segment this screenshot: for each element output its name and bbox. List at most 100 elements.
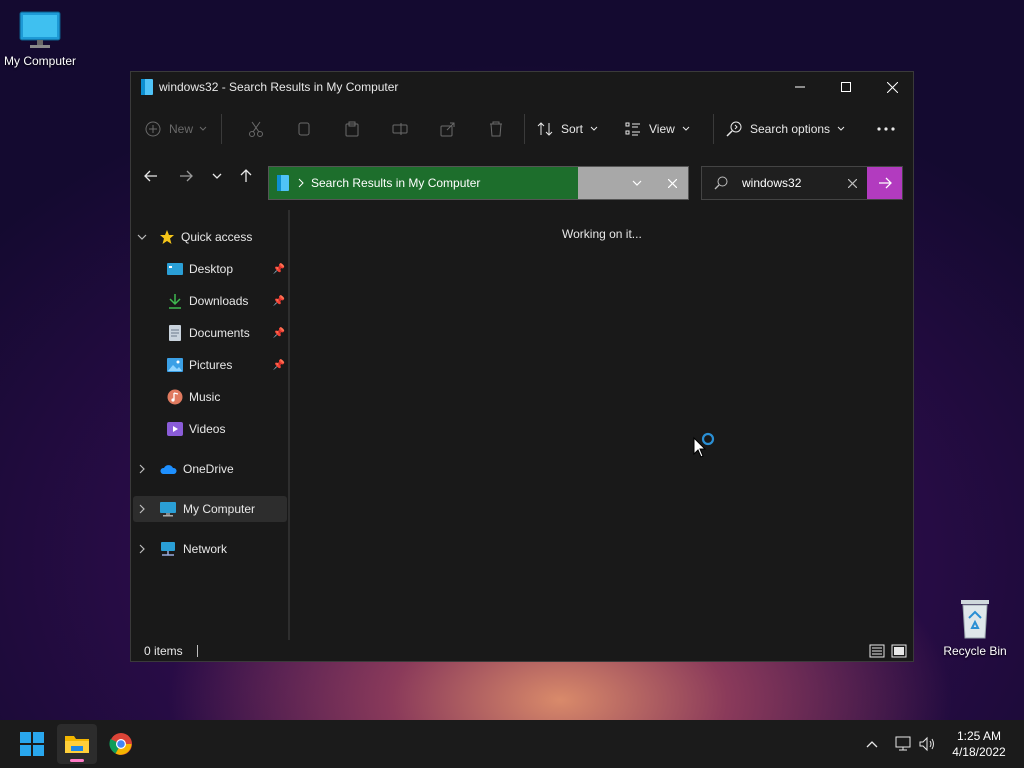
more-options-button[interactable] bbox=[868, 113, 904, 145]
minimize-icon bbox=[795, 86, 805, 88]
minimize-button[interactable] bbox=[777, 72, 823, 102]
maximize-button[interactable] bbox=[823, 72, 869, 102]
view-label: View bbox=[649, 122, 675, 136]
loading-message: Working on it... bbox=[562, 227, 642, 241]
sidebar-item-label: Music bbox=[189, 390, 221, 404]
pictures-icon bbox=[167, 358, 183, 372]
sidebar-item-quick-access[interactable]: Quick access bbox=[137, 224, 291, 250]
paste-icon bbox=[345, 121, 359, 137]
sidebar-item-pictures[interactable]: Pictures 📌 bbox=[167, 352, 289, 378]
arrow-right-icon bbox=[180, 170, 193, 182]
pin-icon[interactable]: 📌 bbox=[273, 328, 285, 339]
sidebar-item-onedrive[interactable]: OneDrive bbox=[137, 456, 291, 482]
chevron-down-icon bbox=[837, 126, 845, 131]
share-button[interactable] bbox=[424, 113, 472, 145]
status-bar: 0 items bbox=[131, 640, 913, 662]
search-clear-button[interactable] bbox=[840, 167, 864, 199]
close-icon bbox=[847, 178, 857, 188]
clock-time: 1:25 AM bbox=[956, 729, 1002, 743]
network-status-button[interactable] bbox=[895, 720, 913, 768]
sidebar-item-downloads[interactable]: Downloads 📌 bbox=[167, 288, 289, 314]
trash-icon bbox=[490, 121, 502, 137]
close-button[interactable] bbox=[869, 72, 915, 102]
title-bar[interactable]: windows32 - Search Results in My Compute… bbox=[131, 72, 913, 102]
sidebar-item-desktop[interactable]: Desktop 📌 bbox=[167, 256, 289, 282]
paste-button[interactable] bbox=[328, 113, 376, 145]
delete-button[interactable] bbox=[472, 113, 520, 145]
chevron-up-icon bbox=[866, 741, 878, 748]
recent-locations-button[interactable] bbox=[204, 163, 230, 189]
chrome-icon bbox=[109, 733, 132, 755]
sidebar-item-label: Desktop bbox=[189, 262, 234, 276]
share-icon bbox=[440, 122, 455, 137]
cut-icon bbox=[249, 121, 263, 137]
desktop-icon-my-computer[interactable]: My Computer bbox=[0, 10, 80, 68]
item-count: 0 items bbox=[144, 644, 183, 658]
sidebar-item-videos[interactable]: Videos bbox=[167, 416, 289, 442]
show-hidden-icons-button[interactable] bbox=[866, 720, 878, 768]
address-bar[interactable]: Search Results in My Computer bbox=[268, 166, 689, 200]
details-view-button[interactable] bbox=[869, 643, 885, 659]
large-icons-view-button[interactable] bbox=[891, 643, 907, 659]
search-input[interactable]: windows32 bbox=[742, 176, 801, 190]
desktop-icon-recycle-bin[interactable]: Recycle Bin bbox=[935, 596, 1015, 658]
sidebar-item-label: Quick access bbox=[181, 230, 253, 244]
sidebar-item-documents[interactable]: Documents 📌 bbox=[167, 320, 289, 346]
taskbar-file-explorer[interactable] bbox=[57, 724, 97, 764]
search-results-icon bbox=[277, 175, 289, 191]
sort-icon bbox=[537, 122, 553, 136]
address-stop-button[interactable] bbox=[659, 167, 685, 199]
sort-button[interactable]: Sort bbox=[537, 113, 617, 145]
pane-splitter[interactable] bbox=[288, 210, 290, 640]
busy-cursor-icon bbox=[693, 432, 715, 458]
search-box[interactable]: windows32 bbox=[701, 166, 903, 200]
volume-button[interactable] bbox=[919, 720, 937, 768]
chevron-down-icon bbox=[137, 234, 147, 240]
copy-button[interactable] bbox=[280, 113, 328, 145]
new-label: New bbox=[169, 122, 194, 136]
sidebar-item-label: Network bbox=[183, 542, 228, 556]
clock[interactable]: 1:25 AM 4/18/2022 bbox=[944, 728, 1014, 760]
chevron-right-icon bbox=[139, 464, 145, 474]
chevron-down-icon bbox=[212, 173, 222, 179]
pin-icon[interactable]: 📌 bbox=[273, 264, 285, 275]
chevron-down-icon bbox=[682, 126, 690, 131]
pin-icon[interactable]: 📌 bbox=[273, 296, 285, 307]
separator bbox=[221, 114, 222, 144]
view-button[interactable]: View bbox=[625, 113, 709, 145]
sidebar-item-label: Downloads bbox=[189, 294, 249, 308]
forward-button[interactable] bbox=[173, 163, 199, 189]
search-options-button[interactable]: Search options bbox=[726, 113, 856, 145]
cut-button[interactable] bbox=[232, 113, 280, 145]
sidebar-item-label: Documents bbox=[189, 326, 250, 340]
search-options-icon bbox=[726, 121, 742, 137]
document-icon bbox=[169, 325, 181, 341]
view-list-icon bbox=[625, 122, 640, 136]
sidebar-item-network[interactable]: Network bbox=[137, 536, 291, 562]
address-dropdown-button[interactable] bbox=[624, 167, 650, 199]
window-title: windows32 - Search Results in My Compute… bbox=[159, 80, 399, 94]
recycle-bin-icon bbox=[961, 600, 989, 639]
monitor-icon bbox=[19, 11, 61, 48]
search-go-button[interactable] bbox=[867, 167, 902, 199]
chevron-right-icon bbox=[298, 178, 304, 188]
search-icon bbox=[714, 176, 728, 190]
taskbar-chrome[interactable] bbox=[101, 724, 141, 764]
sidebar-item-my-computer[interactable]: My Computer bbox=[133, 496, 287, 522]
rename-button[interactable] bbox=[376, 113, 424, 145]
maximize-icon bbox=[841, 82, 851, 92]
pin-icon[interactable]: 📌 bbox=[273, 360, 285, 371]
sidebar-item-music[interactable]: Music bbox=[167, 384, 289, 410]
up-button[interactable] bbox=[233, 163, 259, 189]
start-button[interactable] bbox=[12, 724, 52, 764]
chevron-down-icon bbox=[199, 126, 207, 131]
new-button[interactable]: New bbox=[145, 113, 215, 145]
arrow-right-icon bbox=[878, 177, 892, 189]
back-button[interactable] bbox=[138, 163, 164, 189]
file-explorer-window: windows32 - Search Results in My Compute… bbox=[130, 71, 914, 662]
address-progress: Search Results in My Computer bbox=[269, 167, 578, 199]
folder-icon bbox=[65, 736, 89, 753]
sort-label: Sort bbox=[561, 122, 584, 136]
busy-cursor bbox=[692, 430, 718, 458]
navigation-row: Search Results in My Computer windows32 bbox=[131, 157, 915, 200]
